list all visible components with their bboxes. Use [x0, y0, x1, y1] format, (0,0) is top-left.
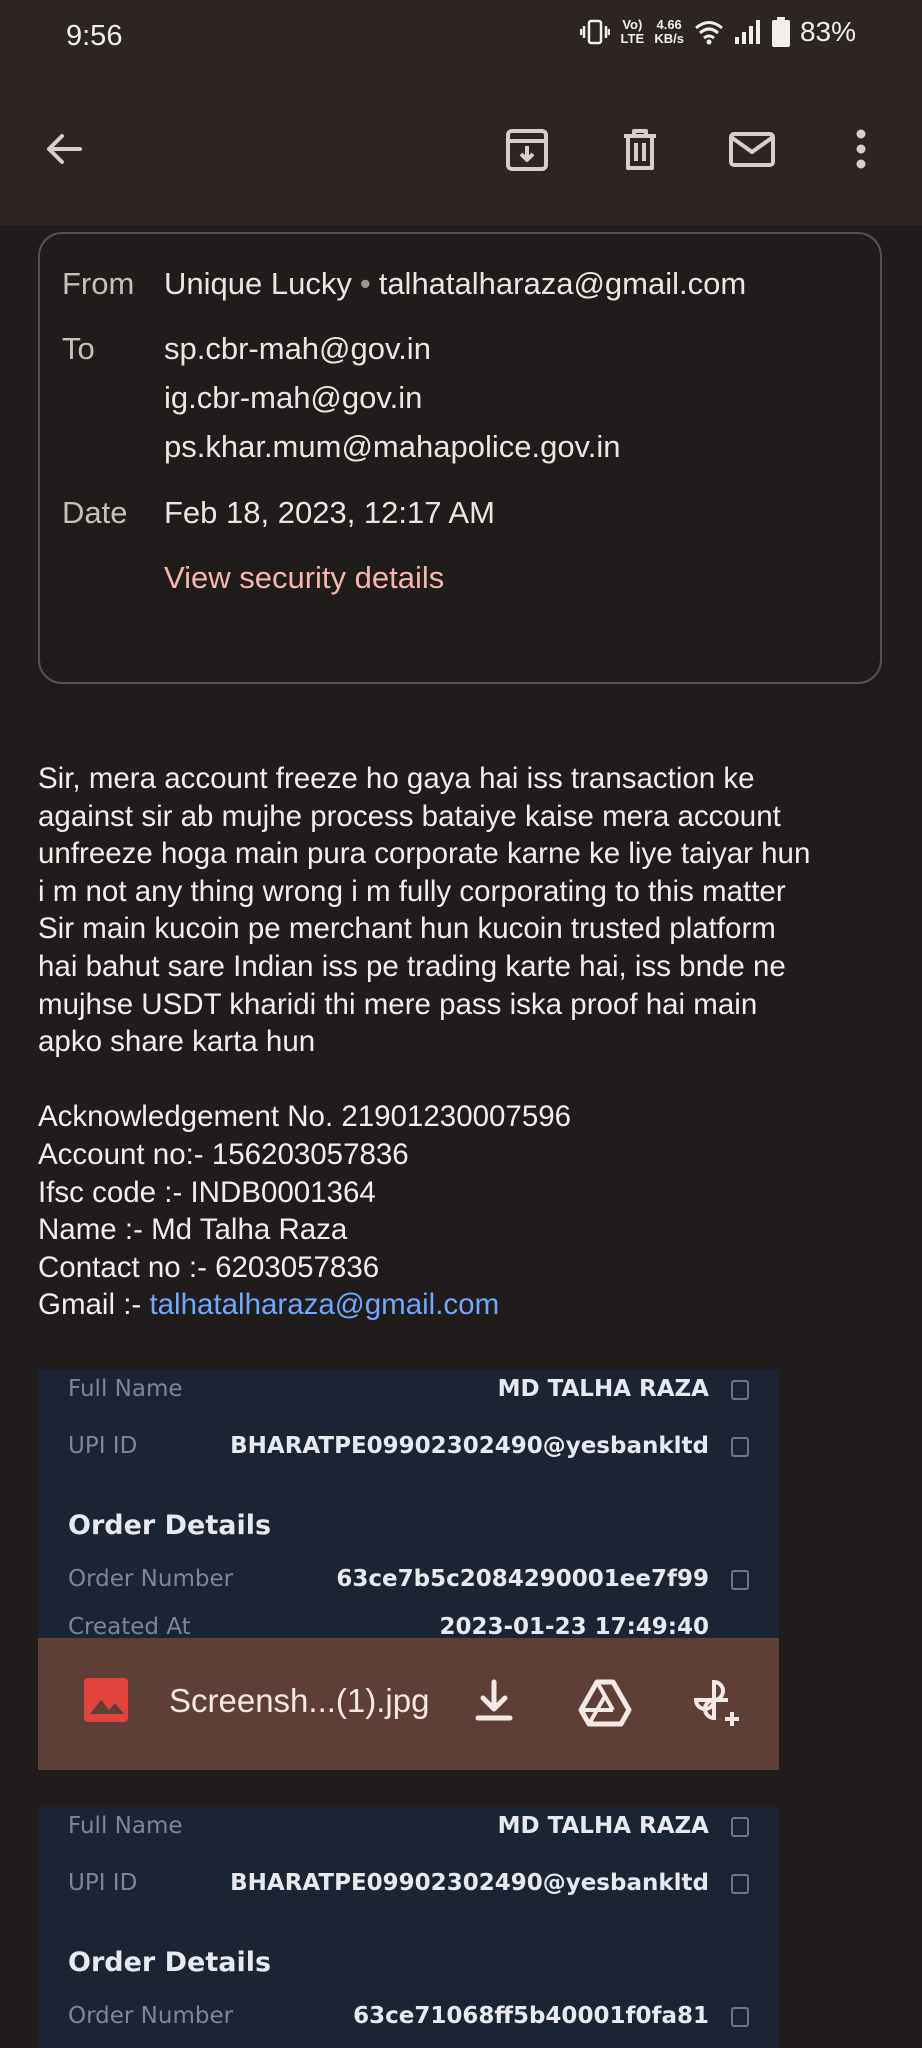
message-body: Sir, mera account freeze ho gaya hai iss…: [38, 760, 898, 1324]
order-number-label: Order Number: [68, 2003, 234, 2029]
ifsc-code: Ifsc code :- INDB0001364: [38, 1175, 376, 1209]
body-line: mujhse USDT kharidi thi mere pass iska p…: [38, 987, 758, 1021]
order-number-label: Order Number: [68, 1566, 234, 1592]
full-name-row: Full Name MD TALHA RAZA: [68, 1813, 749, 1853]
full-name-value: MD TALHA RAZA: [497, 1813, 709, 1839]
copy-icon: [731, 1437, 749, 1457]
body-line: unfreeze hoga main pura corporate karne …: [38, 837, 811, 871]
download-button[interactable]: [464, 1672, 524, 1732]
created-at-value: 2023-01-23 17:49:40: [439, 1614, 709, 1638]
gmail-link[interactable]: talhatalharaza@gmail.com: [149, 1288, 499, 1321]
full-name-value: MD TALHA RAZA: [497, 1376, 709, 1402]
copy-icon: [731, 1817, 749, 1837]
sender-email[interactable]: talhatalharaza@gmail.com: [379, 266, 746, 301]
battery-percent: 83%: [799, 16, 856, 47]
order-details-heading: Order Details: [68, 1947, 272, 1978]
image-icon: [80, 1672, 140, 1732]
delete-button[interactable]: [610, 119, 670, 179]
order-number-value: 63ce7b5c2084290001ee7f99: [336, 1566, 709, 1592]
add-to-photos-button[interactable]: [686, 1672, 746, 1732]
date-value: Feb 18, 2023, 12:17 AM: [164, 495, 495, 530]
body-line: hai bahut sare Indian iss pe trading kar…: [38, 949, 786, 983]
attachment-chip[interactable]: Screensh...(1).jpg: [38, 1638, 779, 1770]
upi-row: UPI ID BHARATPE09902302490@yesbankltd: [68, 1870, 749, 1910]
gmail-label: Gmail :-: [38, 1288, 150, 1322]
drive-icon: [578, 1679, 632, 1727]
full-name-label: Full Name: [68, 1376, 183, 1402]
status-bar: 9:56 Vo) LTE 4.66 KB/s 83%: [0, 0, 922, 75]
created-at-label: Created At: [68, 1614, 191, 1638]
from-label: From: [62, 266, 135, 301]
volte-indicator: Vo) LTE: [620, 17, 645, 46]
recipient-email[interactable]: ps.khar.mum@mahapolice.gov.in: [164, 429, 621, 465]
copy-icon: [731, 1570, 749, 1590]
copy-icon: [731, 1874, 749, 1894]
upi-value: BHARATPE09902302490@yesbankltd: [230, 1870, 709, 1896]
body-line: Sir, mera account freeze ho gaya hai iss…: [38, 762, 755, 795]
mail-icon: [729, 132, 775, 167]
body-line: apko share karta hun: [38, 1025, 316, 1059]
more-vert-icon: [856, 129, 866, 169]
order-number-value: 63ce71068ff5b40001f0fa81: [353, 2003, 709, 2029]
back-button[interactable]: [34, 119, 94, 179]
app-bar: [0, 75, 922, 225]
date-label: Date: [62, 495, 128, 530]
contact-number: Contact no :- 6203057836: [38, 1250, 380, 1284]
order-number-row: Order Number 63ce71068ff5b40001f0fa81: [68, 2003, 749, 2043]
from-value: Unique Lucky • talhatalharaza@gmail.com: [164, 266, 746, 302]
battery-icon: [771, 17, 790, 47]
full-name-label: Full Name: [68, 1813, 183, 1839]
network-speed: 4.66 KB/s: [654, 18, 684, 46]
from-separator: •: [359, 266, 371, 301]
full-name-row: Full Name MD TALHA RAZA: [68, 1376, 749, 1416]
recipient-email[interactable]: ig.cbr-mah@gov.in: [164, 380, 422, 416]
gmail-line: Gmail :- talhatalharaza@gmail.com: [38, 1286, 898, 1324]
status-time: 9:56: [66, 20, 123, 52]
created-at-row: Created At 2023-01-23 17:49:40: [68, 1614, 749, 1638]
arrow-back-icon: [47, 134, 82, 164]
archive-button[interactable]: [497, 119, 557, 179]
attachment-image-preview[interactable]: Full Name MD TALHA RAZA UPI ID BHARATPE0…: [38, 1370, 779, 1638]
message-details-panel: From Unique Lucky • talhatalharaza@gmail.c…: [38, 232, 882, 684]
signal-icon: [734, 20, 760, 44]
more-options-button[interactable]: [831, 119, 891, 179]
save-to-drive-button[interactable]: [575, 1672, 635, 1732]
order-number-row: Order Number 63ce7b5c2084290001ee7f99: [68, 1566, 749, 1606]
vibrate-icon: [580, 19, 611, 45]
wifi-icon: [694, 21, 723, 45]
sender-name: Unique Lucky: [164, 266, 352, 301]
attachment-image-preview[interactable]: Full Name MD TALHA RAZA UPI ID BHARATPE0…: [38, 1807, 779, 2048]
download-icon: [475, 1679, 513, 1721]
add-to-photos-icon: [693, 1679, 739, 1726]
recipient-email[interactable]: sp.cbr-mah@gov.in: [164, 331, 431, 367]
to-label: To: [62, 331, 95, 366]
mark-unread-button[interactable]: [722, 119, 782, 179]
account-number: Account no:- 156203057836: [38, 1137, 409, 1171]
copy-icon: [731, 2007, 749, 2027]
speed-unit: KB/s: [654, 31, 684, 46]
body-line: Sir main kucoin pe merchant hun kucoin t…: [38, 912, 776, 946]
view-security-details-link[interactable]: View security details: [164, 560, 444, 596]
attachment-filename[interactable]: Screensh...(1).jpg: [169, 1682, 429, 1720]
speed-value: 4.66: [656, 17, 682, 32]
upi-label: UPI ID: [68, 1870, 138, 1896]
account-name: Name :- Md Talha Raza: [38, 1213, 348, 1247]
upi-value: BHARATPE09902302490@yesbankltd: [230, 1433, 709, 1459]
status-icons: Vo) LTE 4.66 KB/s 83%: [580, 16, 856, 48]
trash-icon: [624, 129, 656, 170]
order-details-heading: Order Details: [68, 1510, 272, 1541]
archive-icon: [506, 129, 548, 171]
copy-icon: [731, 1380, 749, 1400]
body-line: i m not any thing wrong i m fully corpor…: [38, 874, 786, 908]
body-line: against sir ab mujhe process bataiye kai…: [38, 799, 781, 833]
acknowledgement-number: Acknowledgement No. 21901230007596: [38, 1100, 572, 1134]
upi-label: UPI ID: [68, 1433, 138, 1459]
upi-row: UPI ID BHARATPE09902302490@yesbankltd: [68, 1433, 749, 1473]
